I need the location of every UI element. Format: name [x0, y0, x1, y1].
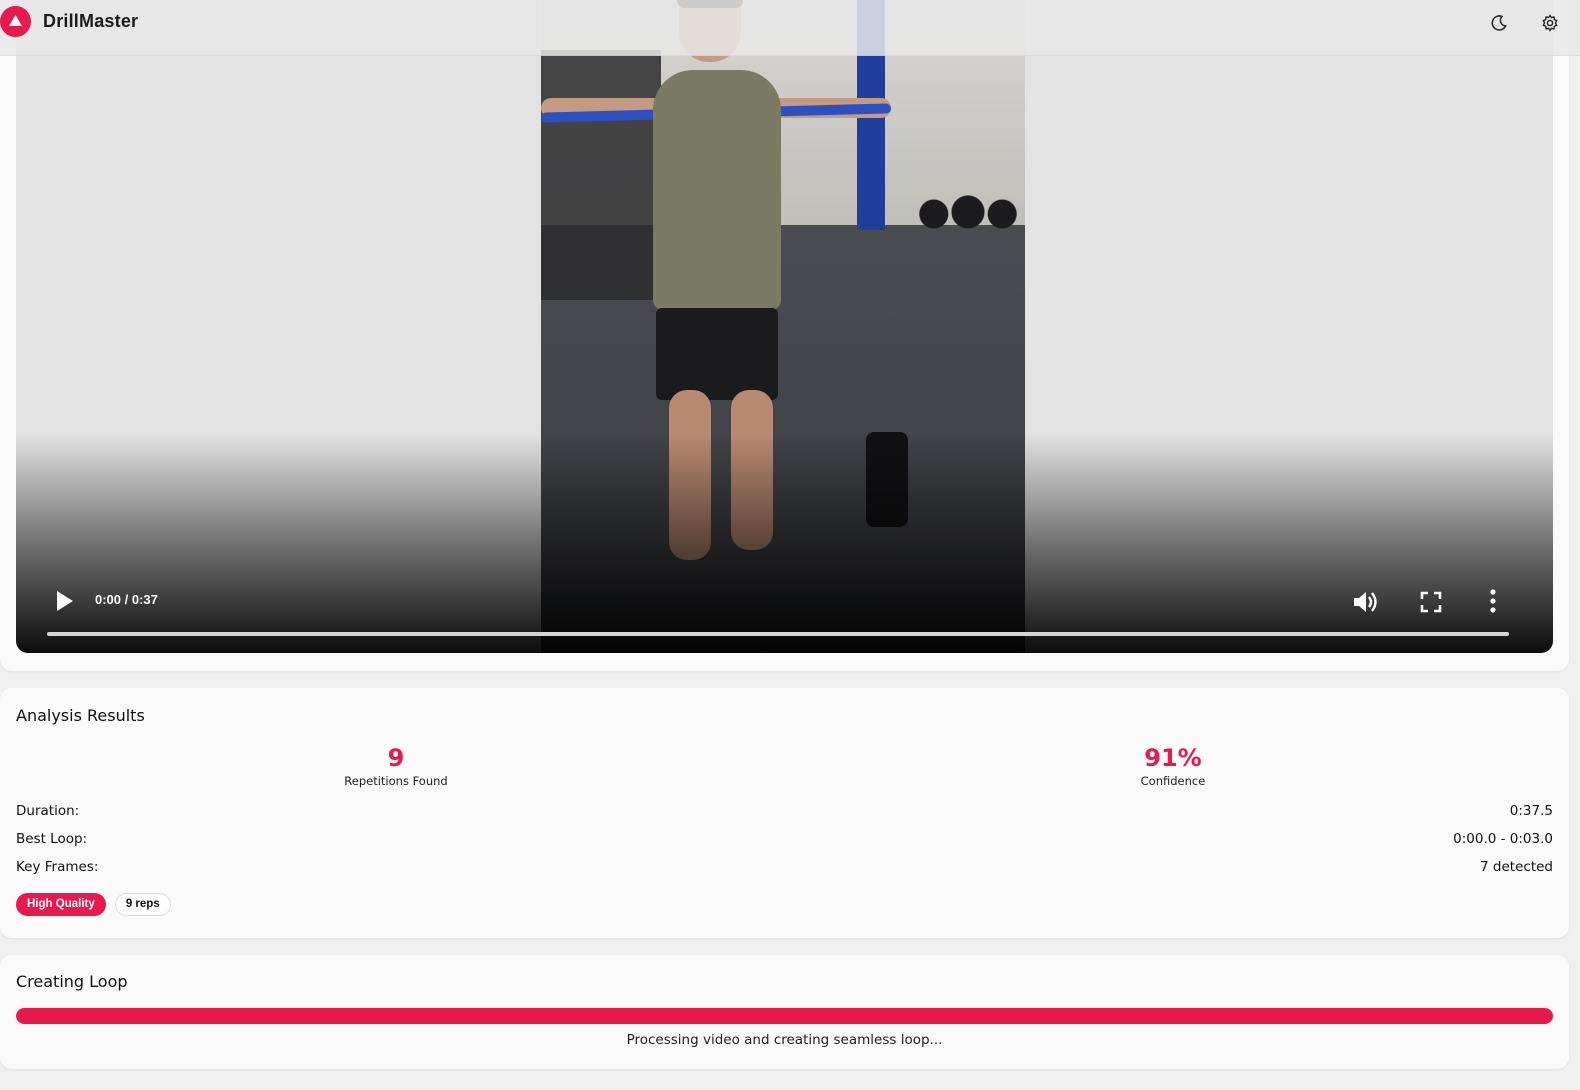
app-title: DrillMaster — [43, 11, 139, 31]
loop-title: Creating Loop — [16, 972, 128, 991]
video-player[interactable]: 0:00 / 0:37 — [16, 0, 1553, 653]
volume-icon[interactable] — [1352, 589, 1380, 615]
analysis-title: Analysis Results — [16, 706, 145, 725]
analysis-results-card: Analysis Results 9 Repetitions Found 91%… — [0, 688, 1569, 938]
person-shorts — [656, 308, 778, 400]
detail-value: 7 detected — [1480, 859, 1553, 875]
scene-rack — [541, 50, 661, 300]
detail-row-duration: Duration: 0:37.5 — [16, 803, 1553, 823]
person-torso — [653, 70, 781, 310]
detail-value: 0:00.0 - 0:03.0 — [1453, 831, 1553, 847]
gear-icon[interactable] — [1541, 14, 1559, 32]
loop-progress-fill — [16, 1008, 1553, 1024]
app-header: DrillMaster — [0, 0, 1580, 56]
detail-label: Duration: — [16, 803, 80, 819]
creating-loop-card: Creating Loop Processing video and creat… — [0, 955, 1569, 1069]
fullscreen-icon[interactable] — [1420, 591, 1442, 613]
stat-value: 91% — [1144, 744, 1202, 772]
stat-repetitions: 9 Repetitions Found — [276, 744, 516, 788]
more-vertical-icon[interactable] — [1486, 587, 1500, 615]
triangle-up-icon[interactable] — [0, 6, 31, 37]
detail-label: Key Frames: — [16, 859, 99, 875]
detail-row-key-frames: Key Frames: 7 detected — [16, 859, 1553, 879]
scene-balls — [911, 190, 1025, 230]
detail-row-best-loop: Best Loop: 0:00.0 - 0:03.0 — [16, 831, 1553, 851]
loop-status-text: Processing video and creating seamless l… — [626, 1032, 943, 1048]
detail-value: 0:37.5 — [1509, 803, 1553, 819]
stat-label: Repetitions Found — [344, 774, 448, 788]
detail-label: Best Loop: — [16, 831, 88, 847]
time-display: 0:00 / 0:37 — [95, 592, 158, 607]
reps-badge: 9 reps — [114, 893, 171, 916]
video-seek-bar[interactable] — [47, 632, 1509, 636]
quality-badge: High Quality — [16, 893, 106, 916]
moon-icon[interactable] — [1490, 14, 1508, 32]
video-controls: 0:00 / 0:37 — [16, 563, 1553, 653]
stat-label: Confidence — [1140, 774, 1206, 788]
stat-confidence: 91% Confidence — [1053, 744, 1293, 788]
loop-progress-bar — [16, 1008, 1553, 1024]
video-card: 0:00 / 0:37 — [0, 0, 1569, 671]
play-icon[interactable] — [54, 589, 76, 613]
badge-list: High Quality 9 reps — [16, 892, 175, 916]
stat-value: 9 — [387, 744, 405, 772]
